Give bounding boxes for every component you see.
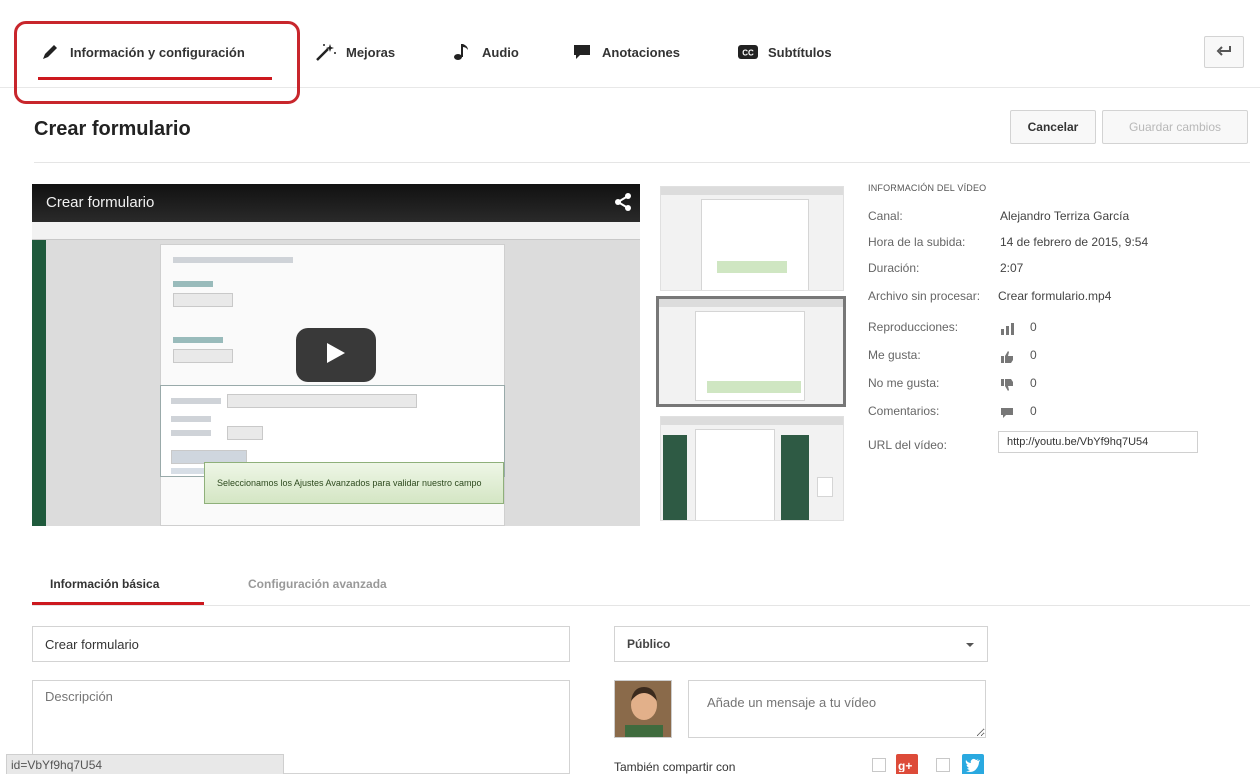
tab-info-settings[interactable]: Información y configuración: [38, 38, 245, 66]
channel-value: Alejandro Terriza García: [1000, 209, 1130, 223]
comment-icon: [1000, 406, 1014, 418]
tab-audio[interactable]: Audio: [450, 38, 519, 66]
video-url-label: URL del vídeo:: [868, 438, 947, 452]
duration-label: Duración:: [868, 261, 920, 275]
video-player[interactable]: Seleccionamos los Ajustes Avanzados para…: [32, 184, 640, 526]
tab-annotations[interactable]: Anotaciones: [570, 38, 680, 66]
cancel-button[interactable]: Cancelar: [1010, 110, 1096, 144]
video-title-input[interactable]: [32, 626, 570, 662]
likes-label: Me gusta:: [868, 348, 921, 362]
upload-time-value: 14 de febrero de 2015, 9:54: [1000, 235, 1149, 249]
duration-value: 2:07: [1000, 261, 1024, 275]
channel-label: Canal:: [868, 209, 903, 223]
google-plus-checkbox[interactable]: [872, 758, 886, 772]
browser-status-bar: id=VbYf9hq7U54: [6, 754, 284, 774]
views-value: 0: [1030, 320, 1037, 334]
editor-tab-bar: Información y configuración Mejoras Audi…: [0, 0, 1260, 104]
player-title-bar: Crear formulario: [32, 184, 640, 222]
thumbnail-option-2-selected[interactable]: [656, 296, 846, 407]
play-icon: [325, 341, 347, 370]
player-title: Crear formulario: [46, 194, 155, 211]
magic-wand-icon: [314, 42, 338, 62]
thumbnail-option-3[interactable]: [660, 416, 844, 521]
share-icon[interactable]: [614, 192, 632, 217]
twitter-checkbox[interactable]: [936, 758, 950, 772]
bar-chart-icon: [1000, 322, 1014, 335]
tab-advanced-settings[interactable]: Configuración avanzada: [248, 577, 387, 591]
share-with-label: También compartir con: [614, 760, 736, 774]
tab-enhancements[interactable]: Mejoras: [314, 38, 395, 66]
privacy-value: Público: [627, 637, 671, 651]
play-button[interactable]: [296, 328, 376, 382]
cc-icon: CC: [736, 42, 760, 62]
save-changes-button[interactable]: Guardar cambios: [1102, 110, 1248, 144]
video-frame-toolbar: [32, 222, 640, 240]
views-label: Reproducciones:: [868, 320, 959, 334]
header-divider: [34, 162, 1250, 163]
svg-text:CC: CC: [742, 49, 754, 58]
video-tooltip: Seleccionamos los Ajustes Avanzados para…: [204, 462, 504, 504]
thumbs-down-icon: [1000, 378, 1014, 391]
tab-info-label: Información y configuración: [70, 44, 245, 60]
raw-file-value: Crear formulario.mp4: [998, 289, 1112, 303]
back-button[interactable]: [1204, 36, 1244, 68]
music-note-icon: [450, 42, 474, 62]
tab-enhancements-label: Mejoras: [346, 44, 396, 60]
video-url-field[interactable]: [998, 431, 1198, 453]
speech-bubble-icon: [570, 42, 594, 62]
video-info-heading: INFORMACIÓN DEL VÍDEO: [868, 183, 987, 193]
pencil-icon: [38, 42, 62, 62]
upload-time-label: Hora de la subida:: [868, 235, 966, 249]
dropdown-arrow-icon: [965, 637, 975, 651]
thumbnail-option-1[interactable]: [660, 186, 844, 291]
comments-label: Comentarios:: [868, 404, 940, 418]
thumbs-up-icon: [1000, 350, 1014, 363]
return-arrow-icon: [1216, 43, 1232, 61]
privacy-select[interactable]: Público: [614, 626, 988, 662]
comments-value: 0: [1030, 404, 1037, 418]
tab-audio-label: Audio: [482, 44, 519, 60]
tab-subtitles[interactable]: CC Subtítulos: [736, 38, 832, 66]
video-frame-sidebar: [32, 240, 46, 526]
tab-subtitles-label: Subtítulos: [768, 44, 832, 60]
dislikes-label: No me gusta:: [868, 376, 940, 390]
likes-value: 0: [1030, 348, 1037, 362]
subtab-divider: [32, 605, 1250, 606]
share-message-input[interactable]: [688, 680, 986, 738]
dislikes-value: 0: [1030, 376, 1037, 390]
svg-text:g+: g+: [898, 759, 912, 772]
active-tab-indicator: [38, 77, 272, 80]
tab-basic-info[interactable]: Información básica: [50, 577, 159, 591]
page-title: Crear formulario: [34, 118, 191, 140]
google-plus-icon: g+: [896, 754, 918, 774]
raw-file-label: Archivo sin procesar:: [868, 289, 981, 303]
avatar: [614, 680, 672, 738]
tab-annotations-label: Anotaciones: [602, 44, 681, 60]
twitter-icon: [962, 754, 984, 774]
